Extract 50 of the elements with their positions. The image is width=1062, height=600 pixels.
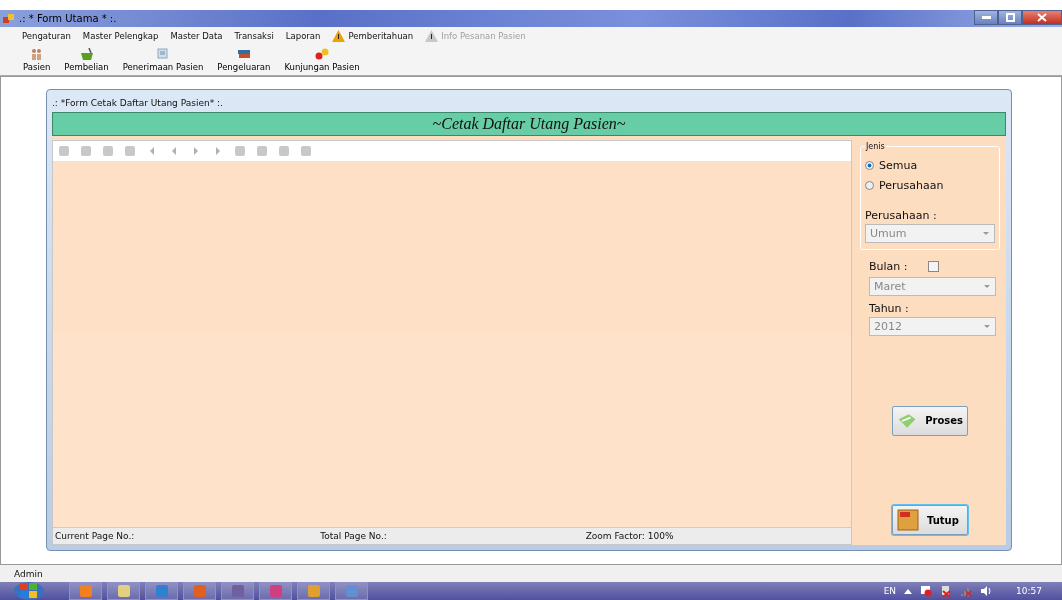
start-button[interactable] [14, 582, 44, 600]
menu-item[interactable]: Master Data [164, 30, 229, 41]
toolbar-button[interactable]: Pengeluaran [210, 44, 278, 75]
viewer-status-text: Total Page No.: [320, 531, 388, 541]
window-title: .: * Form Utama * :. [19, 13, 117, 24]
books-icon [236, 47, 251, 60]
papers-icon [155, 47, 170, 60]
close-form-button[interactable]: Tutup [892, 505, 968, 535]
minimize-button[interactable] [974, 10, 998, 25]
viewer-status-text: Zoom Factor: 100% [585, 531, 675, 541]
show-hidden-icons-icon[interactable] [904, 588, 913, 594]
close-button[interactable] [1022, 10, 1062, 25]
process-button[interactable]: Proses [892, 405, 968, 436]
toolbar-button[interactable]: Penerimaan Pasien [115, 44, 211, 75]
caret-icon [983, 232, 989, 235]
toolbar-button[interactable]: Pasien [16, 44, 58, 75]
people-icon [29, 47, 44, 60]
restore-icon [1005, 13, 1015, 22]
language-indicator[interactable]: EN [883, 586, 897, 596]
month-checkbox[interactable] [927, 261, 939, 272]
group-legend: Jenis [865, 142, 886, 151]
child-window-title: .: *Form Cetak Daftar Utang Pasien* :. [52, 97, 224, 110]
caret-icon [984, 285, 990, 288]
warning-icon [332, 29, 346, 42]
field-label: Bulan : [869, 260, 908, 273]
toolbar-button[interactable]: Kunjungan Pasien [277, 44, 367, 75]
radio-option[interactable]: Semua [865, 155, 995, 175]
warning-icon [425, 29, 439, 42]
clock[interactable]: 10:57 [1016, 586, 1042, 596]
menu-item[interactable]: Pengaturan [16, 30, 77, 41]
caret-icon [984, 325, 990, 328]
field-label: Perusahaan : [865, 209, 938, 222]
basket-icon [79, 47, 94, 60]
speaker-icon[interactable] [980, 585, 993, 597]
close-icon [1037, 13, 1047, 22]
network-icon[interactable] [960, 585, 973, 597]
menu-item[interactable]: Master Pelengkap [76, 30, 165, 41]
menu-item[interactable]: Pemberitahuan [326, 29, 420, 42]
viewer-status-text: Current Page No.: [55, 531, 136, 541]
toolbar-button[interactable]: Pembelian [57, 44, 116, 75]
field-label: Tahun : [869, 302, 910, 315]
radio-option[interactable]: Perusahaan [865, 175, 995, 195]
banner-title: ~Cetak Daftar Utang Pasien~ [52, 112, 1006, 136]
minimize-icon [981, 16, 991, 19]
menu-item[interactable]: Laporan [279, 30, 327, 41]
status-user: Admin [14, 568, 43, 579]
app-icon [3, 12, 15, 25]
restore-button[interactable] [998, 10, 1022, 25]
menu-item[interactable]: Transaksi [228, 30, 280, 41]
pills-icon [315, 47, 329, 60]
